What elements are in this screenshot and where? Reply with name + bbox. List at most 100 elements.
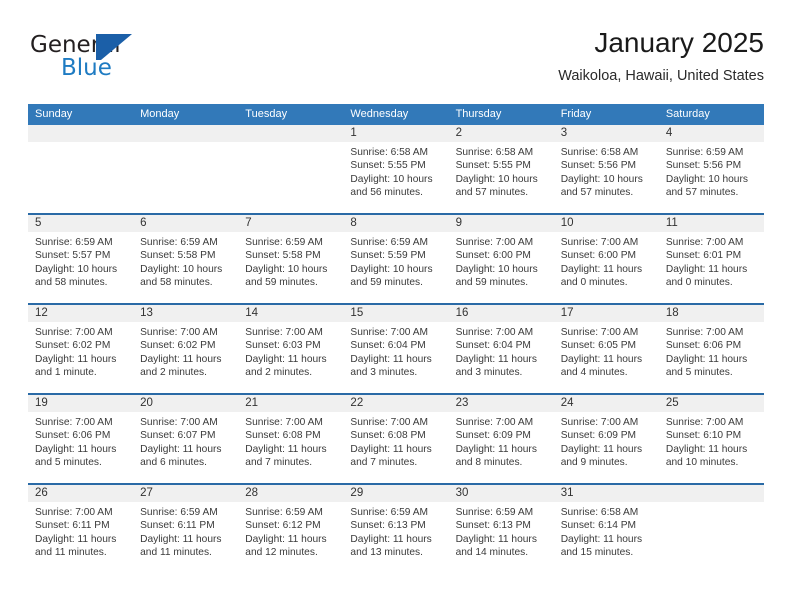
calendar-day-cell[interactable]: 8 Sunrise: 6:59 AM Sunset: 5:59 PM Daylight…	[343, 215, 449, 303]
calendar-day-cell[interactable]: 16 Sunrise: 7:00 AM Sunset: 6:04 PM Dayligh…	[448, 305, 554, 393]
day-details: Sunrise: 6:59 AM Sunset: 6:11 PM Daylight:…	[133, 502, 238, 560]
calendar-day-cell[interactable]: 25 Sunrise: 7:00 AM Sunset: 6:10 PM Dayligh…	[658, 395, 764, 483]
sunrise-time: Sunrise: 7:00 AM	[665, 327, 744, 338]
sunset-time: Sunset: 6:14 PM	[560, 520, 637, 532]
daylight-duration-line1: Daylight: 11 hours	[350, 443, 432, 455]
calendar-week-row: 1 Sunrise: 6:58 AM Sunset: 5:55 PM Daylight…	[28, 125, 764, 213]
daylight-duration-line2: and 59 minutes.	[455, 277, 529, 289]
calendar-day-cell[interactable]: 20 Sunrise: 7:00 AM Sunset: 6:07 PM Dayligh…	[133, 395, 239, 483]
calendar-day-cell[interactable]: 7 Sunrise: 6:59 AM Sunset: 5:58 PM Daylight…	[238, 215, 344, 303]
calendar-day-cell[interactable]: 30 Sunrise: 6:59 AM Sunset: 6:13 PM Dayligh…	[448, 485, 554, 573]
day-details: Sunrise: 7:00 AM Sunset: 6:10 PM Daylight:…	[659, 412, 764, 470]
sunset-time: Sunset: 6:08 PM	[245, 430, 321, 442]
calendar-day-cell[interactable]: 2 Sunrise: 6:58 AM Sunset: 5:55 PM Daylight…	[448, 125, 554, 213]
day-details: Sunrise: 7:00 AM Sunset: 6:04 PM Daylight:…	[343, 322, 448, 380]
calendar-day-cell[interactable]: 9 Sunrise: 7:00 AM Sunset: 6:00 PM Daylight…	[448, 215, 554, 303]
calendar-day-cell[interactable]: 19 Sunrise: 7:00 AM Sunset: 6:06 PM Dayligh…	[28, 395, 134, 483]
day-details: Sunrise: 7:00 AM Sunset: 6:01 PM Daylight:…	[659, 232, 764, 290]
calendar-day-cell[interactable]: 29 Sunrise: 6:59 AM Sunset: 6:13 PM Dayligh…	[343, 485, 449, 573]
weekday-header-wednesday: Wednesday	[350, 108, 409, 120]
calendar-day-cell[interactable]: 14 Sunrise: 7:00 AM Sunset: 6:03 PM Dayligh…	[238, 305, 344, 393]
day-number: 1	[350, 127, 357, 139]
sunset-time: Sunset: 6:09 PM	[560, 430, 637, 442]
calendar-day-cell[interactable]: 15 Sunrise: 7:00 AM Sunset: 6:04 PM Dayligh…	[343, 305, 449, 393]
daylight-duration-line2: and 4 minutes.	[560, 367, 628, 379]
calendar-weeks: 1 Sunrise: 6:58 AM Sunset: 5:55 PM Daylight…	[28, 125, 764, 573]
daylight-duration-line1: Daylight: 11 hours	[560, 443, 643, 455]
brand-logo[interactable]: General Blue	[28, 30, 218, 86]
sunset-time: Sunset: 6:11 PM	[35, 520, 110, 532]
sunset-time: Sunset: 5:58 PM	[140, 250, 216, 262]
week-cells: 19 Sunrise: 7:00 AM Sunset: 6:06 PM Dayligh…	[28, 395, 764, 483]
sunset-time: Sunset: 5:59 PM	[350, 250, 426, 262]
sunrise-time: Sunrise: 7:00 AM	[35, 417, 113, 428]
daylight-duration-line2: and 14 minutes.	[455, 547, 529, 559]
title-block: January 2025 Waikoloa, Hawaii, United St…	[558, 26, 764, 86]
day-number: 9	[455, 217, 462, 229]
calendar-day-cell[interactable]: 24 Sunrise: 7:00 AM Sunset: 6:09 PM Dayligh…	[553, 395, 659, 483]
daylight-duration-line2: and 9 minutes.	[560, 457, 628, 469]
day-details: Sunrise: 7:00 AM Sunset: 6:03 PM Daylight:…	[238, 322, 343, 380]
sunrise-time: Sunrise: 6:58 AM	[350, 147, 429, 158]
daylight-duration-line2: and 58 minutes.	[140, 277, 213, 289]
daylight-duration-line2: and 8 minutes.	[455, 457, 523, 469]
sunset-time: Sunset: 6:02 PM	[35, 340, 111, 352]
day-details: Sunrise: 6:58 AM Sunset: 5:55 PM Daylight:…	[343, 142, 448, 200]
calendar-day-cell[interactable]: 4 Sunrise: 6:59 AM Sunset: 5:56 PM Daylight…	[658, 125, 764, 213]
calendar-day-cell[interactable]: 27 Sunrise: 6:59 AM Sunset: 6:11 PM Dayligh…	[133, 485, 239, 573]
day-details: Sunrise: 7:00 AM Sunset: 6:06 PM Daylight:…	[28, 412, 133, 470]
sunrise-time: Sunrise: 6:59 AM	[140, 507, 218, 518]
sunset-time: Sunset: 6:04 PM	[455, 340, 531, 352]
day-number: 25	[665, 397, 679, 409]
calendar-day-cell[interactable]: 17 Sunrise: 7:00 AM Sunset: 6:05 PM Dayligh…	[553, 305, 659, 393]
daylight-duration-line2: and 0 minutes.	[665, 277, 733, 289]
calendar-day-cell[interactable]: 1 Sunrise: 6:58 AM Sunset: 5:55 PM Daylight…	[343, 125, 449, 213]
daylight-duration-line1: Daylight: 11 hours	[140, 533, 222, 545]
weekday-header-row: Sunday Monday Tuesday Wednesday Thursday Frid…	[28, 104, 764, 125]
calendar-day-cell[interactable]: 21 Sunrise: 7:00 AM Sunset: 6:08 PM Dayligh…	[238, 395, 344, 483]
week-cells: 1 Sunrise: 6:58 AM Sunset: 5:55 PM Daylight…	[28, 125, 764, 213]
daylight-duration-line2: and 59 minutes.	[245, 277, 318, 289]
sunrise-time: Sunrise: 7:00 AM	[665, 417, 744, 428]
sunrise-time: Sunrise: 6:59 AM	[35, 237, 113, 248]
sunrise-time: Sunrise: 7:00 AM	[35, 327, 113, 338]
week-cells: 5 Sunrise: 6:59 AM Sunset: 5:57 PM Daylight…	[28, 215, 764, 303]
calendar-day-cell[interactable]: 13 Sunrise: 7:00 AM Sunset: 6:02 PM Dayligh…	[133, 305, 239, 393]
day-number: 22	[350, 397, 364, 409]
sunrise-time: Sunrise: 6:59 AM	[350, 237, 429, 248]
calendar-day-cell[interactable]: 10 Sunrise: 7:00 AM Sunset: 6:00 PM Dayligh…	[553, 215, 659, 303]
sunrise-time: Sunrise: 6:59 AM	[665, 147, 744, 158]
sunrise-time: Sunrise: 7:00 AM	[560, 327, 639, 338]
calendar-day-cell[interactable]: 28 Sunrise: 6:59 AM Sunset: 6:12 PM Dayligh…	[238, 485, 344, 573]
sunrise-time: Sunrise: 7:00 AM	[665, 237, 744, 248]
calendar-day-cell[interactable]: 22 Sunrise: 7:00 AM Sunset: 6:08 PM Dayligh…	[343, 395, 449, 483]
calendar-day-cell[interactable]: 3 Sunrise: 6:58 AM Sunset: 5:56 PM Daylight…	[553, 125, 659, 213]
calendar-day-cell[interactable]: 23 Sunrise: 7:00 AM Sunset: 6:09 PM Dayligh…	[448, 395, 554, 483]
sunset-time: Sunset: 6:01 PM	[665, 250, 742, 262]
day-number-strip	[658, 485, 764, 502]
sunset-time: Sunset: 6:06 PM	[35, 430, 111, 442]
calendar-day-cell[interactable]: 18 Sunrise: 7:00 AM Sunset: 6:06 PM Dayligh…	[658, 305, 764, 393]
daylight-duration-line2: and 5 minutes.	[665, 367, 733, 379]
calendar-day-cell[interactable]: 5 Sunrise: 6:59 AM Sunset: 5:57 PM Daylight…	[28, 215, 134, 303]
daylight-duration-line2: and 2 minutes.	[140, 367, 207, 379]
day-number: 13	[140, 307, 153, 319]
sunset-time: Sunset: 5:56 PM	[560, 160, 637, 172]
calendar-day-cell[interactable]: 6 Sunrise: 6:59 AM Sunset: 5:58 PM Daylight…	[133, 215, 239, 303]
day-details: Sunrise: 6:58 AM Sunset: 5:55 PM Daylight:…	[449, 142, 554, 200]
sunrise-time: Sunrise: 7:00 AM	[455, 417, 534, 428]
daylight-duration-line2: and 15 minutes.	[560, 547, 634, 559]
day-details: Sunrise: 7:00 AM Sunset: 6:09 PM Daylight:…	[449, 412, 554, 470]
calendar-day-cell[interactable]: 31 Sunrise: 6:58 AM Sunset: 6:14 PM Dayligh…	[553, 485, 659, 573]
daylight-duration-line1: Daylight: 11 hours	[245, 443, 327, 455]
calendar-day-cell[interactable]: 11 Sunrise: 7:00 AM Sunset: 6:01 PM Dayligh…	[658, 215, 764, 303]
calendar-day-cell[interactable]: 12 Sunrise: 7:00 AM Sunset: 6:02 PM Dayligh…	[28, 305, 134, 393]
day-number: 3	[560, 127, 568, 139]
sunrise-time: Sunrise: 6:59 AM	[245, 237, 323, 248]
calendar-day-cell[interactable]: 26 Sunrise: 7:00 AM Sunset: 6:11 PM Dayligh…	[28, 485, 134, 573]
sunset-time: Sunset: 6:13 PM	[350, 520, 426, 532]
daylight-duration-line1: Daylight: 11 hours	[665, 443, 748, 455]
day-details: Sunrise: 7:00 AM Sunset: 6:06 PM Daylight:…	[659, 322, 764, 380]
day-details: Sunrise: 7:00 AM Sunset: 6:08 PM Daylight:…	[238, 412, 343, 470]
daylight-duration-line1: Daylight: 11 hours	[140, 353, 222, 365]
